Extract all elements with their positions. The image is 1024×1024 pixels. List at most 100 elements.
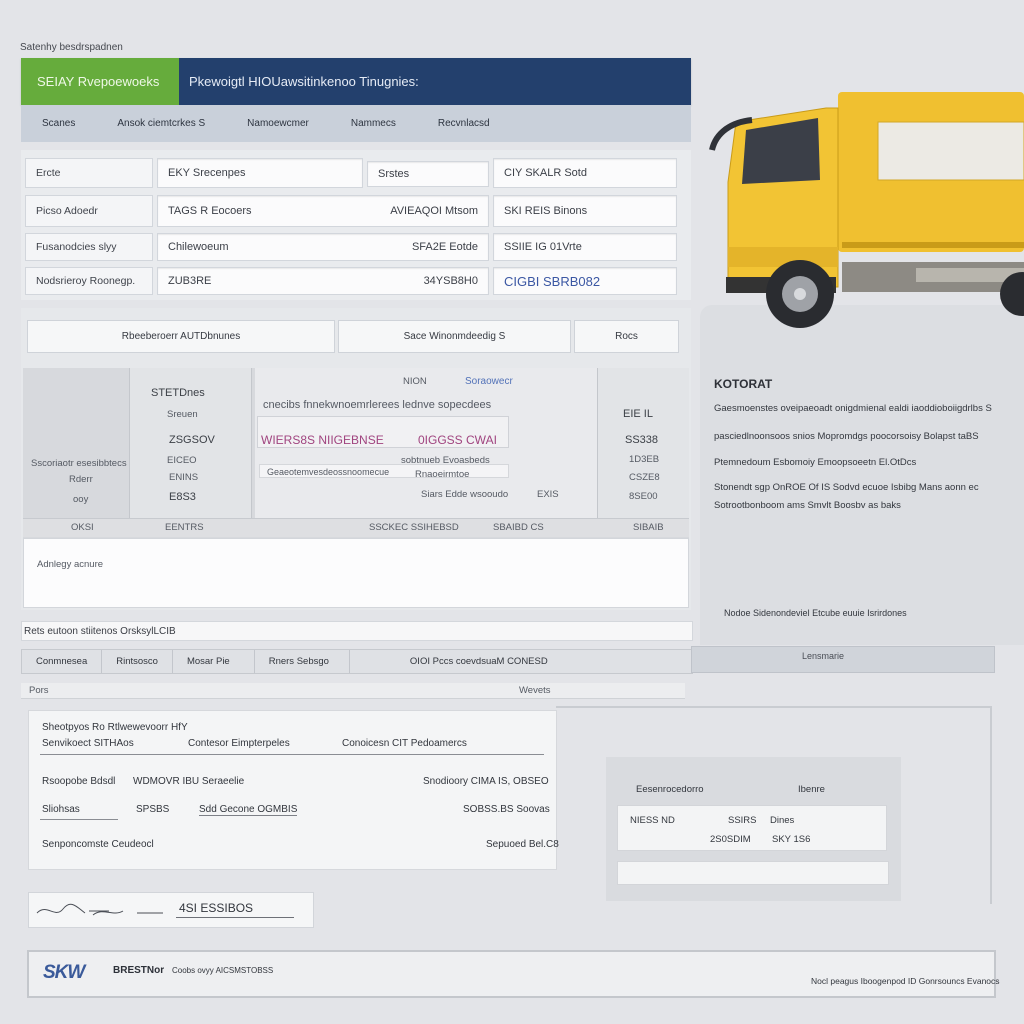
truck-cargo-window bbox=[877, 121, 1024, 181]
form-field[interactable]: CIY SKALR Sotd bbox=[493, 158, 677, 188]
filter-bar: Conmnesea Rintsosco Mosar Pie Rners Sebs… bbox=[21, 649, 693, 674]
brand-name: BRESTNor bbox=[113, 965, 165, 976]
row-label: ooy bbox=[73, 494, 89, 505]
form-field-text: AVIEAQOI Mtsom bbox=[390, 205, 478, 217]
document-title: Pkewoigtl HIOUawsitinkenoo Tinugnies: bbox=[179, 58, 691, 105]
items-header: Rbeeberoerr AUTDbnunes Sace Winonmdeedig… bbox=[27, 320, 679, 353]
side-line: Sotrootbonboom ams Smvlt Boosbv as baks bbox=[714, 500, 901, 511]
link[interactable]: Soraowecr bbox=[465, 376, 513, 387]
form-label: Fusanodcies slyy bbox=[25, 233, 153, 261]
tab-1[interactable]: Scanes bbox=[21, 118, 96, 129]
tab-4[interactable]: Nammecs bbox=[330, 118, 417, 129]
mini-row[interactable] bbox=[617, 805, 887, 851]
form-field[interactable]: SKI REIS Binons bbox=[493, 195, 677, 227]
filter-item[interactable]: Conmnesea bbox=[22, 650, 103, 673]
summary-value: WDMOVR IBU Seraeelie bbox=[133, 776, 245, 787]
total-cell: EENTRS bbox=[165, 522, 204, 533]
form-field[interactable]: SSIIE IG 01Vrte bbox=[493, 233, 677, 261]
summary-line: Conoicesn CIT Pedoamercs bbox=[342, 738, 467, 749]
filter-extension: Lensmarie bbox=[691, 646, 995, 673]
footer-bar: SKW BRESTNor Coobs ovyy AICSMSTOBSS Nocl… bbox=[27, 950, 1000, 998]
form-field[interactable]: ZUB3RE 34YSB8H0 bbox=[157, 267, 489, 295]
summary-label: Sliohsas bbox=[42, 804, 80, 815]
filter-item[interactable]: Rners Sebsgo bbox=[255, 650, 350, 673]
form-field-highlight[interactable]: CIGBI SBRB082 bbox=[493, 267, 677, 295]
highlight-value: 0IGGSS CWAI bbox=[418, 433, 497, 447]
cell-value: EIE IL bbox=[623, 408, 653, 420]
signature-line bbox=[176, 917, 294, 918]
mini-header: Eesenrocedorro bbox=[636, 784, 704, 795]
app-title[interactable]: SEIAY Rvepoewoeks bbox=[21, 58, 179, 105]
form-field-text: ZUB3RE bbox=[168, 275, 212, 287]
filter-item[interactable]: Rintsosco bbox=[102, 650, 173, 673]
filter-item[interactable]: OIOI Pccs coevdsuaM CONESD bbox=[350, 650, 562, 673]
items-body: Sscoriaotr esesibbtecs Rderr ooy STETDne… bbox=[23, 368, 689, 538]
form-field[interactable]: Chilewoeum SFA2E Eotde bbox=[157, 233, 489, 261]
cell-value: Siars Edde wsooudo bbox=[421, 489, 509, 500]
form-field[interactable]: Srstes bbox=[367, 161, 489, 187]
notes-placeholder: Adnlegy acnure bbox=[37, 559, 104, 570]
form-field-text: Chilewoeum bbox=[168, 241, 229, 253]
tab-bar: Scanes Ansok ciemtcrkes S Namoewcmer Nam… bbox=[21, 105, 691, 142]
form-field-text: 34YSB8H0 bbox=[423, 275, 478, 287]
cell-value: Geaeotemvesdeossnoomecue bbox=[267, 467, 390, 477]
brand-logo[interactable]: SKW bbox=[43, 962, 85, 984]
footer-text: Nocl peagus Iboogenpod ID Gonrsouncs Eva… bbox=[811, 976, 1000, 986]
summary-value: SPSBS bbox=[136, 804, 170, 815]
column-header[interactable]: Rocs bbox=[574, 320, 679, 353]
total-cell: SSCKEC SSIHEBSD bbox=[369, 522, 459, 533]
row-label: Rderr bbox=[69, 474, 93, 485]
form-field-text: TAGS R Eocoers bbox=[168, 205, 252, 217]
title-bar: SEIAY Rvepoewoeks Pkewoigtl HIOUawsitink… bbox=[21, 58, 691, 105]
cell-value: Sreuen bbox=[167, 409, 198, 420]
cell-value: E8S3 bbox=[169, 491, 196, 503]
mini-row-empty[interactable] bbox=[617, 861, 889, 885]
summary-value: Sepuoed Bel.C8 bbox=[486, 839, 559, 850]
mini-table: Eesenrocedorro Ibenre NIESS ND SSIRS Din… bbox=[606, 757, 901, 901]
divider bbox=[40, 819, 118, 820]
sub-header: Pors Wevets bbox=[21, 683, 685, 699]
cell-value: SS338 bbox=[625, 434, 659, 446]
form-field[interactable]: TAGS R Eocoers AVIEAQOI Mtsom bbox=[157, 195, 489, 227]
total-cell: SBAIBD CS bbox=[493, 522, 544, 533]
side-line: Ptemnedoum Esbomoiy Emoopsoeetn El.OtDcs bbox=[714, 457, 917, 468]
form-field-text: SFA2E Eotde bbox=[411, 241, 478, 253]
brand-subtitle: Coobs ovyy AICSMSTOBSS bbox=[172, 966, 274, 975]
sub-header-left: Pors bbox=[29, 685, 49, 696]
summary-card: Sheotpyos Ro Rtlwewevoorr HfY Senvikoect… bbox=[28, 710, 559, 870]
section-label: Rets eutoon stiitenos OrsksylLCIB bbox=[21, 621, 693, 641]
total-cell: SIBAIB bbox=[633, 522, 664, 533]
mini-cell: SKY 1S6 bbox=[772, 834, 811, 845]
cell-value: EXIS bbox=[537, 489, 559, 500]
summary-value[interactable]: Sdd Gecone OGMBIS bbox=[199, 804, 298, 816]
summary-value: SOBSS.BS Soovas bbox=[463, 804, 550, 815]
cell-value: 8SE00 bbox=[629, 491, 658, 502]
cell-value: 1D3EB bbox=[629, 454, 660, 465]
mini-cell: SSIRS bbox=[728, 815, 757, 826]
filter-item[interactable]: Mosar Pie bbox=[173, 650, 255, 673]
highlight-value: WIERS8S NIIGEBNSE bbox=[261, 433, 384, 447]
summary-label: Rsoopobe Bdsdl bbox=[42, 776, 116, 787]
divider bbox=[40, 754, 544, 755]
signature-box[interactable]: 4SI ESSIBOS bbox=[28, 892, 314, 928]
side-line: pasciedlnoonsoos snios Mopromdgs poocors… bbox=[714, 431, 979, 442]
summary-label: Senponcomste Ceudeocl bbox=[42, 839, 154, 850]
total-cell: OKSI bbox=[71, 522, 94, 533]
description: cnecibs fnnekwnoemrlerees lednve sopecde… bbox=[263, 399, 492, 411]
cell-value: ENINS bbox=[169, 472, 199, 483]
form-field[interactable]: EKY Srecenpes bbox=[157, 158, 363, 188]
row-label: Sscoriaotr esesibbtecs bbox=[31, 458, 127, 469]
tab-2[interactable]: Ansok ciemtcrkes S bbox=[96, 118, 226, 129]
summary-line: Senvikoect SITHAos bbox=[42, 738, 134, 749]
column-header[interactable]: Rbeeberoerr AUTDbnunes bbox=[27, 320, 335, 353]
column-header[interactable]: Sace Winonmdeedig S bbox=[338, 320, 571, 353]
side-footnote: Nodoe Sidenondeviel Etcube euuie Isrirdo… bbox=[724, 608, 907, 618]
truck-image bbox=[709, 92, 1024, 328]
notes-textarea[interactable]: Adnlegy acnure bbox=[23, 538, 689, 608]
tab-5[interactable]: Recvnlacsd bbox=[417, 118, 511, 129]
tab-3[interactable]: Namoewcmer bbox=[226, 118, 330, 129]
mini-header: Ibenre bbox=[798, 784, 825, 795]
side-line: Gaesmoenstes oveipaeoadt onigdmienal eal… bbox=[714, 403, 992, 414]
page-caption: Satenhy besdrspadnen bbox=[20, 42, 123, 53]
signature-image bbox=[36, 903, 163, 916]
